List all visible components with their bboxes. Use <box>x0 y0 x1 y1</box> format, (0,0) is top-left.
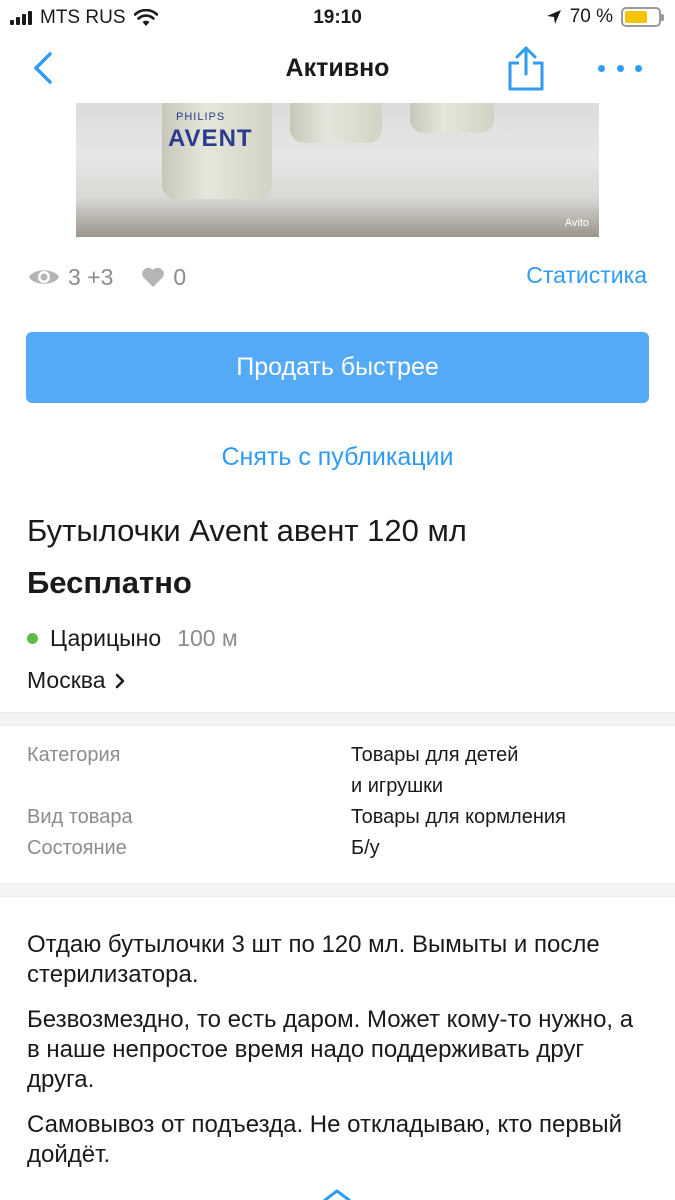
page-title: Активно <box>285 54 390 82</box>
item-description: Отдаю бутылочки 3 шт по 120 мл. Вымыты и… <box>27 930 647 1185</box>
stats-row: 3 +3 0 <box>28 262 186 292</box>
city-name: Москва <box>27 667 106 693</box>
bottle-brand-logo: AVENT <box>168 125 253 152</box>
description-paragraph: Отдаю бутылочки 3 шт по 120 мл. Вымыты и… <box>27 931 600 988</box>
battery-icon <box>621 7 664 27</box>
chevron-up-icon[interactable] <box>322 1188 352 1200</box>
more-dots-icon[interactable] <box>598 50 642 86</box>
status-bar: MTS RUS 19:10 70 % <box>0 0 675 36</box>
param-label: Вид товара <box>27 806 133 828</box>
eye-icon <box>29 270 59 284</box>
photo-gallery[interactable]: PHILIPS AVENT Avito <box>0 103 675 237</box>
location-arrow-icon <box>546 10 561 24</box>
unpublish-button[interactable]: Снять с публикации <box>0 443 675 472</box>
likes-counter: 0 <box>141 264 186 291</box>
param-value: Б/у <box>351 837 380 859</box>
bottle-image <box>410 103 494 133</box>
description-paragraph: Безвозмездно, то есть даром. Может кому-… <box>27 1006 634 1093</box>
param-row: Состояние Б/у <box>27 833 647 864</box>
city-link[interactable]: Москва <box>27 667 126 694</box>
battery-percent: 70 % <box>569 6 613 27</box>
metro-line-dot <box>27 633 38 644</box>
param-row: Категория Товары для детей и игрушки <box>27 740 647 802</box>
param-value: Товары для детей и игрушки <box>351 740 647 802</box>
heart-icon <box>142 267 165 287</box>
param-row: Вид товара Товары для кормления <box>27 802 647 833</box>
sell-faster-button[interactable]: Продать быстрее <box>26 332 649 403</box>
statistics-link[interactable]: Статистика <box>526 262 647 289</box>
item-price: Бесплатно <box>27 565 192 600</box>
section-divider <box>0 883 675 897</box>
metro-station: Царицыно 100 м <box>27 625 238 652</box>
param-value-line: Товары для детей <box>351 744 519 766</box>
param-value: Товары для кормления <box>351 806 566 828</box>
param-value-line: и игрушки <box>351 775 444 797</box>
likes-count: 0 <box>173 263 187 290</box>
metro-name: Царицыно <box>50 625 162 651</box>
metro-distance: 100 м <box>177 625 238 651</box>
battery-level <box>625 11 648 23</box>
bottle-image <box>290 103 382 143</box>
section-divider <box>0 712 675 726</box>
listing-photo[interactable]: PHILIPS AVENT Avito <box>76 103 599 237</box>
share-icon[interactable] <box>504 44 548 92</box>
item-title: Бутылочки Avent авент 120 мл <box>27 513 467 548</box>
description-paragraph: Самовывоз от подъезда. Не откладываю, кт… <box>27 1111 623 1168</box>
chevron-right-icon <box>115 673 124 688</box>
views-count: 3 +3 <box>68 263 114 290</box>
views-counter: 3 +3 <box>28 264 113 291</box>
param-label: Состояние <box>27 837 127 859</box>
watermark: Avito <box>564 217 589 229</box>
bottle-brand-text: PHILIPS <box>176 111 226 123</box>
nav-bar: Активно <box>0 36 675 102</box>
status-right: 70 % <box>546 6 664 28</box>
item-params: Категория Товары для детей и игрушки Вид… <box>27 740 647 864</box>
param-label: Категория <box>27 744 121 766</box>
